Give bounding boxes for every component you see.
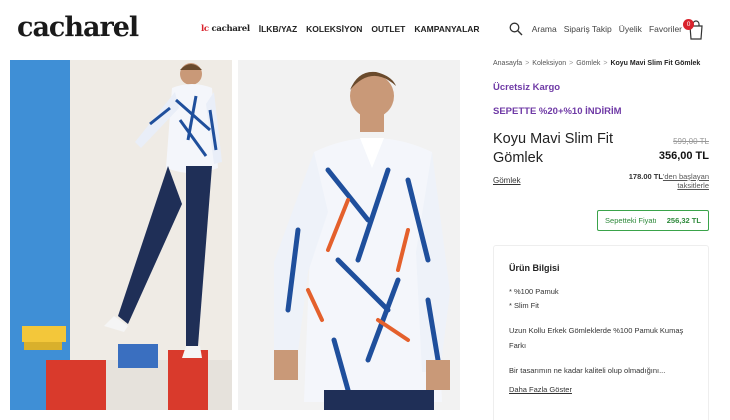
category-link[interactable]: Gömlek <box>493 176 521 185</box>
basket-price-value: 256,32 TL <box>666 216 701 225</box>
product-image-1[interactable] <box>10 60 232 410</box>
nav-item-campaigns[interactable]: KAMPANYALAR <box>414 24 479 34</box>
free-shipping-promo: Ücretsiz Kargo <box>493 82 561 93</box>
product-image-2[interactable] <box>238 60 460 410</box>
brand-name: cacharel <box>211 24 250 34</box>
installment-text: 'den başlayan <box>662 172 709 181</box>
product-details: Anasayfa > Koleksiyon > Gömlek > Koyu Mavi Sli… <box>493 60 713 420</box>
breadcrumb: Anasayfa > Koleksiyon > Gömlek > Koyu Mavi Sli… <box>493 60 713 67</box>
installment-amount: 178.00 TL <box>628 172 663 181</box>
header: cacharel lc cacharel İLKB/YAZ KOLEKSİYON… <box>0 0 730 58</box>
nav-item-collection[interactable]: KOLEKSİYON <box>306 24 362 34</box>
nav-brand-link[interactable]: lc cacharel <box>201 24 250 34</box>
product-info-title: Ürün Bilgisi <box>509 263 560 273</box>
breadcrumb-category[interactable]: Gömlek <box>576 60 600 67</box>
breadcrumb-separator: > <box>525 60 530 67</box>
basket-discount-promo: SEPETTE %20+%10 İNDİRİM <box>493 106 622 117</box>
main-nav: lc cacharel İLKB/YAZ KOLEKSİYON OUTLET K… <box>201 24 480 34</box>
installment-text-2: taksitlerle <box>677 181 709 190</box>
product-description: Uzun Kollu Erkek Gömleklerde %100 Pamuk … <box>509 326 684 350</box>
search-link[interactable]: Arama <box>532 24 557 34</box>
basket-price-label: Sepetteki Fiyatı <box>605 216 657 225</box>
favorites-link[interactable]: Favoriler <box>649 24 682 34</box>
current-price: 356,00 TL <box>658 150 709 162</box>
breadcrumb-collection[interactable]: Koleksiyon <box>532 60 566 67</box>
cart-count-badge: 0 <box>683 19 694 30</box>
feature-item: * %100 Pamuk <box>509 287 559 296</box>
show-more-link[interactable]: Daha Fazla Göster <box>509 385 693 394</box>
feature-item: * Slim Fit <box>509 301 539 310</box>
logo[interactable]: cacharel <box>17 12 139 43</box>
product-info-panel: Ürün Bilgisi * %100 Pamuk * Slim Fit Uzu… <box>493 245 709 420</box>
order-tracking-link[interactable]: Sipariş Takip <box>564 24 612 34</box>
model-photo-portrait <box>238 60 460 410</box>
product-title: Koyu Mavi Slim Fit Gömlek <box>493 131 614 166</box>
account-link[interactable]: Üyelik <box>619 24 642 34</box>
nav-item-outlet[interactable]: OUTLET <box>371 24 405 34</box>
basket-price-button[interactable]: Sepetteki Fiyatı 256,32 TL <box>597 210 709 231</box>
search-icon[interactable] <box>509 22 523 36</box>
breadcrumb-separator: > <box>603 60 608 67</box>
breadcrumb-current: Koyu Mavi Slim Fit Gömlek <box>610 60 701 67</box>
old-price: 599,00 TL <box>673 137 709 146</box>
installment-info[interactable]: 178.00 TL'den başlayan taksitlerle <box>599 172 709 190</box>
breadcrumb-home[interactable]: Anasayfa <box>493 60 522 67</box>
breadcrumb-separator: > <box>569 60 574 67</box>
model-photo-standing <box>22 60 232 410</box>
utility-nav: Arama Sipariş Takip Üyelik Favoriler <box>509 22 682 36</box>
brand-lc: lc <box>201 24 209 34</box>
product-teaser: Bir tasarımın ne kadar kaliteli olup olm… <box>509 366 666 375</box>
nav-item-season[interactable]: İLKB/YAZ <box>259 24 297 34</box>
